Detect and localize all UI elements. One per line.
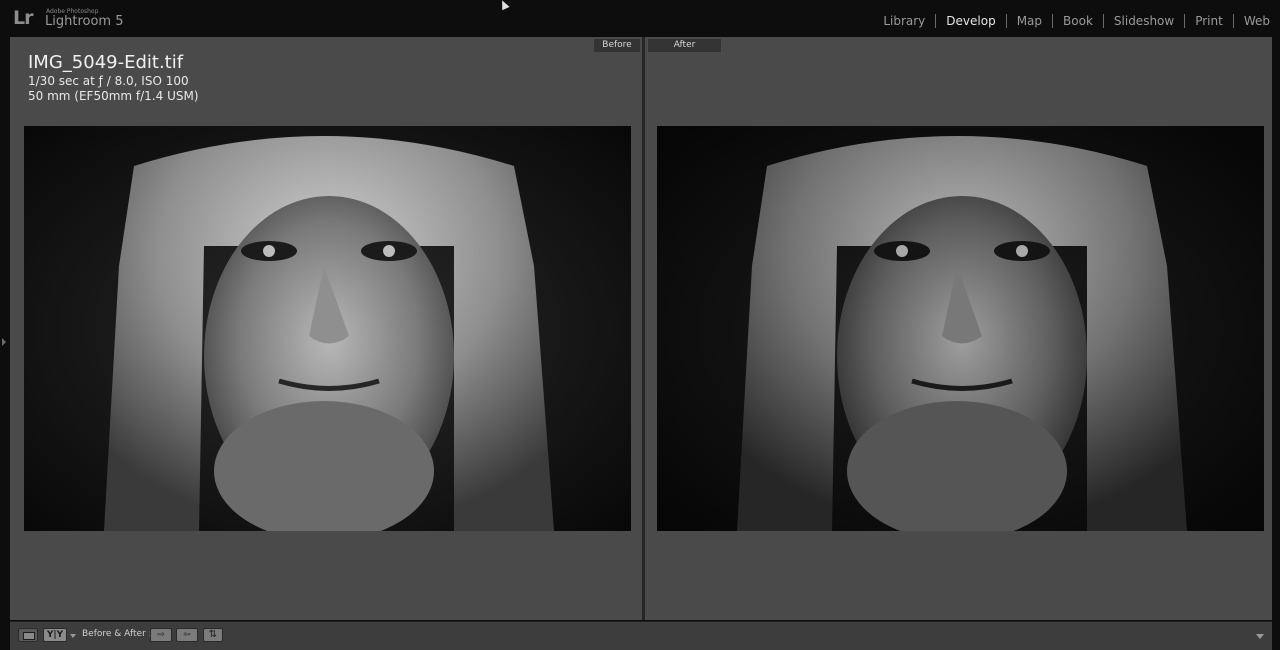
before-after-label: Before & After : xyxy=(82,629,152,639)
toolbar-options-chevron-icon[interactable] xyxy=(1256,634,1264,639)
mouse-cursor-icon xyxy=(498,0,510,11)
info-exposure: 1/30 sec at ƒ / 8.0, ISO 100 xyxy=(28,74,189,88)
after-panel: After xyxy=(645,37,1272,620)
module-picker: Library Develop Map Book Slideshow Print… xyxy=(873,14,1280,28)
module-map[interactable]: Map xyxy=(1007,14,1052,28)
chevron-down-icon[interactable] xyxy=(70,634,76,638)
before-photo[interactable] xyxy=(24,126,631,531)
left-panel-toggle-icon[interactable] xyxy=(2,338,6,346)
module-library[interactable]: Library xyxy=(873,14,935,28)
module-slideshow[interactable]: Slideshow xyxy=(1104,14,1184,28)
module-book[interactable]: Book xyxy=(1053,14,1103,28)
lightroom-logo: Lr xyxy=(13,7,34,29)
before-tag: Before xyxy=(594,39,640,52)
top-bar: Lr Adobe Photoshop Lightroom 5 Library D… xyxy=(0,0,1280,36)
after-photo[interactable] xyxy=(657,126,1264,531)
app-name: Lightroom 5 xyxy=(45,14,124,29)
after-tag: After xyxy=(648,39,721,52)
before-panel: Before IMG_5049-Edit.tif 1/30 sec at ƒ /… xyxy=(10,37,642,620)
info-lens: 50 mm (EF50mm f/1.4 USM) xyxy=(28,89,199,103)
develop-work-area: Before IMG_5049-Edit.tif 1/30 sec at ƒ /… xyxy=(10,37,1272,620)
module-web[interactable]: Web xyxy=(1234,14,1280,28)
bottom-toolbar: Y|Y Before & After : ⇨ ⇦ ⇅ xyxy=(10,621,1272,650)
portrait-before-image xyxy=(24,126,631,531)
swap-before-after-icon[interactable]: ⇅ xyxy=(203,628,223,642)
module-print[interactable]: Print xyxy=(1185,14,1233,28)
copy-before-to-after-icon[interactable]: ⇨ xyxy=(150,628,172,642)
before-after-view-button[interactable]: Y|Y xyxy=(43,628,67,642)
info-filename: IMG_5049-Edit.tif xyxy=(28,52,184,73)
copy-after-to-before-icon[interactable]: ⇦ xyxy=(176,628,198,642)
loupe-view-icon[interactable] xyxy=(18,628,38,642)
module-develop[interactable]: Develop xyxy=(936,14,1005,28)
portrait-after-image xyxy=(657,126,1264,531)
